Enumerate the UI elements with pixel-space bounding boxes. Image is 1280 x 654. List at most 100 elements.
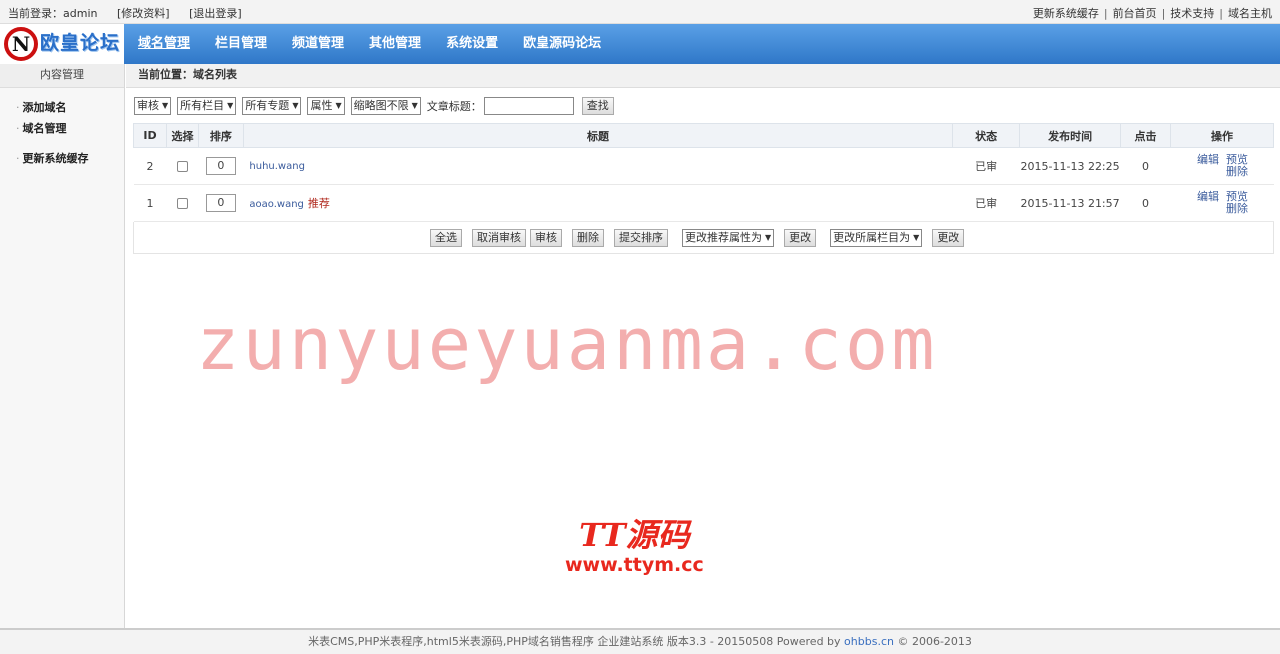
delete-button[interactable]: 删除 bbox=[572, 229, 604, 247]
footer-link[interactable]: ohbbs.cn bbox=[844, 635, 894, 648]
divider: | bbox=[1103, 7, 1108, 20]
cancel-review-button[interactable]: 取消审核 bbox=[472, 229, 526, 247]
topic-filter-select[interactable]: 所有专题 ▼ bbox=[242, 97, 302, 115]
sidebar-item-label: 域名管理 bbox=[22, 122, 67, 135]
sidebar-item-update-cache[interactable]: · 更新系统缓存 bbox=[16, 150, 89, 166]
sort-input[interactable]: 0 bbox=[205, 157, 236, 175]
sidebar-item-domain-management[interactable]: · 域名管理 bbox=[16, 120, 67, 136]
select-value: 属性 bbox=[310, 99, 333, 112]
watermark-text: zunyueyuanma.com bbox=[196, 302, 938, 386]
cell-id: 2 bbox=[133, 147, 167, 185]
logout-link[interactable]: [退出登录] bbox=[189, 7, 242, 20]
cell-title: huhu.wang bbox=[243, 147, 953, 185]
edit-profile-link[interactable]: [修改资料] bbox=[117, 7, 170, 20]
chevron-down-icon: ▼ bbox=[227, 101, 234, 110]
filter-bar: 审核 ▼ 所有栏目 ▼ 所有专题 ▼ 属性 ▼ 缩略图不限 ▼ 文章标题： 查找 bbox=[134, 96, 614, 116]
watermark-brand: TT源码 bbox=[579, 516, 690, 554]
cell-id: 1 bbox=[133, 184, 167, 222]
change-category-button[interactable]: 更改 bbox=[932, 229, 965, 247]
domain-host-link[interactable]: 域名主机 bbox=[1228, 7, 1272, 20]
nav-channel-management[interactable]: 频道管理 bbox=[292, 24, 344, 64]
submit-sort-button[interactable]: 提交排序 bbox=[614, 229, 668, 247]
cell-clicks: 0 bbox=[1120, 147, 1171, 185]
nav-system-settings[interactable]: 系统设置 bbox=[446, 24, 498, 64]
recommend-badge: 推荐 bbox=[307, 197, 330, 210]
col-header-publish-time: 发布时间 bbox=[1019, 123, 1122, 148]
review-filter-select[interactable]: 审核 ▼ bbox=[134, 97, 172, 115]
cell-status: 已审 bbox=[952, 147, 1020, 185]
frontend-home-link[interactable]: 前台首页 bbox=[1113, 7, 1157, 20]
login-info: 当前登录：admin [修改资料] [退出登录] bbox=[8, 5, 258, 21]
title-search-label: 文章标题： bbox=[426, 100, 482, 113]
category-select[interactable]: 更改所属栏目为 ▼ bbox=[830, 229, 923, 247]
chevron-down-icon: ▼ bbox=[411, 101, 418, 110]
column-filter-select[interactable]: 所有栏目 ▼ bbox=[177, 97, 237, 115]
bullet-icon: · bbox=[16, 152, 20, 165]
col-header-actions: 操作 bbox=[1170, 123, 1274, 148]
footer: 米表CMS,PHP米表程序,html5米表源码,PHP域名销售程序 企业建站系统… bbox=[0, 628, 1280, 654]
cell-clicks: 0 bbox=[1120, 184, 1171, 222]
col-header-status: 状态 bbox=[952, 123, 1021, 148]
nav-other-management[interactable]: 其他管理 bbox=[369, 24, 421, 64]
col-header-id: ID bbox=[133, 123, 167, 148]
col-header-select: 选择 bbox=[165, 123, 199, 148]
cell-publish-time: 2015-11-13 22:25 bbox=[1019, 147, 1121, 185]
edit-link[interactable]: 编辑 bbox=[1193, 154, 1223, 166]
delete-link[interactable]: 删除 bbox=[1223, 203, 1251, 215]
chevron-down-icon: ▼ bbox=[765, 233, 772, 242]
thumbnail-filter-select[interactable]: 缩略图不限 ▼ bbox=[350, 97, 421, 115]
sidebar-title: 内容管理 bbox=[0, 64, 124, 88]
divider: | bbox=[1161, 7, 1166, 20]
cell-status: 已审 bbox=[952, 184, 1020, 222]
title-link[interactable]: aoao.wang bbox=[249, 199, 304, 210]
chevron-down-icon: ▼ bbox=[292, 101, 299, 110]
table-row: 2 0 huhu.wang 已审 2015-11-13 22:25 0 编辑 预… bbox=[133, 147, 1274, 185]
sidebar-item-add-domain[interactable]: · 添加域名 bbox=[16, 99, 67, 115]
domain-table: ID 选择 排序 标题 状态 发布时间 点击 操作 2 0 huhu.wang … bbox=[133, 123, 1274, 222]
recommend-attribute-select[interactable]: 更改推荐属性为 ▼ bbox=[682, 229, 775, 247]
table-header-row: ID 选择 排序 标题 状态 发布时间 点击 操作 bbox=[133, 123, 1274, 148]
cell-actions: 编辑 预览 删除 bbox=[1170, 184, 1274, 222]
title-search-input[interactable] bbox=[483, 97, 574, 115]
review-button[interactable]: 审核 bbox=[530, 229, 562, 247]
row-checkbox[interactable] bbox=[176, 160, 188, 172]
row-checkbox[interactable] bbox=[176, 197, 188, 209]
top-bar: 当前登录：admin [修改资料] [退出登录] 更新系统缓存 | 前台首页 | 技术支… bbox=[0, 0, 1280, 24]
cell-publish-time: 2015-11-13 21:57 bbox=[1019, 184, 1121, 222]
delete-link[interactable]: 删除 bbox=[1223, 166, 1251, 178]
update-cache-link[interactable]: 更新系统缓存 bbox=[1033, 7, 1099, 20]
cell-sort: 0 bbox=[198, 147, 244, 185]
nav-forum[interactable]: 欧皇源码论坛 bbox=[523, 24, 601, 64]
divider: | bbox=[1219, 7, 1223, 20]
attribute-filter-select[interactable]: 属性 ▼ bbox=[307, 97, 345, 115]
watermark-url: www.ttym.cc bbox=[565, 554, 704, 576]
cell-select bbox=[166, 184, 199, 222]
chevron-down-icon: ▼ bbox=[335, 101, 342, 110]
top-links: 更新系统缓存 | 前台首页 | 技术支持 | 域名主机 bbox=[1033, 5, 1272, 21]
select-value: 所有专题 bbox=[245, 99, 290, 112]
select-value: 更改所属栏目为 bbox=[833, 231, 911, 244]
nav-domain-management[interactable]: 域名管理 bbox=[138, 24, 190, 64]
select-value: 所有栏目 bbox=[180, 99, 225, 112]
title-link[interactable]: huhu.wang bbox=[249, 161, 305, 172]
logo[interactable]: N 欧皇论坛 bbox=[0, 24, 124, 64]
chevron-down-icon: ▼ bbox=[913, 233, 920, 242]
select-all-button[interactable]: 全选 bbox=[430, 229, 462, 247]
sort-input[interactable]: 0 bbox=[205, 194, 236, 212]
bullet-icon: · bbox=[16, 122, 20, 135]
search-button[interactable]: 查找 bbox=[581, 97, 614, 115]
col-header-clicks: 点击 bbox=[1120, 123, 1171, 148]
change-recommend-button[interactable]: 更改 bbox=[784, 229, 817, 247]
select-value: 审核 bbox=[137, 99, 159, 112]
bulk-action-bar: 全选 取消审核 审核 删除 提交排序 更改推荐属性为 ▼ 更改 更改所属栏目为 ▼ … bbox=[133, 222, 1274, 254]
col-header-sort: 排序 bbox=[197, 123, 244, 148]
login-text: 当前登录：admin bbox=[8, 7, 98, 20]
footer-copyright: © 2006-2013 bbox=[893, 635, 972, 648]
nav-column-management[interactable]: 栏目管理 bbox=[215, 24, 267, 64]
tech-support-link[interactable]: 技术支持 bbox=[1170, 7, 1214, 20]
header: N 欧皇论坛 域名管理 栏目管理 频道管理 其他管理 系统设置 欧皇源码论坛 bbox=[0, 24, 1280, 64]
footer-text: 米表CMS,PHP米表程序,html5米表源码,PHP域名销售程序 企业建站系统… bbox=[308, 635, 845, 648]
edit-link[interactable]: 编辑 bbox=[1193, 191, 1223, 203]
